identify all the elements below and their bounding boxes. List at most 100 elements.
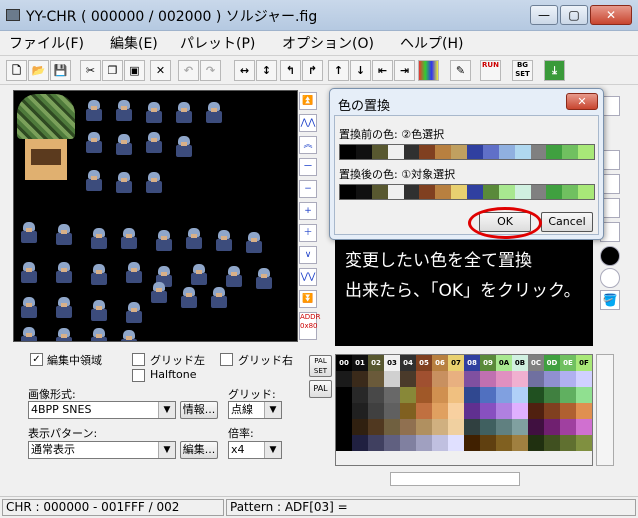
info-button[interactable]: 情報... (180, 401, 218, 419)
after-color-swatch[interactable] (355, 185, 372, 199)
palette-cell[interactable] (512, 435, 528, 451)
palette-cell[interactable] (480, 371, 496, 387)
shift-down-icon[interactable]: ↓ (350, 60, 371, 81)
palette-cell[interactable] (480, 403, 496, 419)
after-color-swatch[interactable] (546, 185, 563, 199)
before-color-swatches[interactable] (339, 144, 595, 160)
palette-cell[interactable] (480, 419, 496, 435)
delete-icon[interactable]: ✕ (150, 60, 171, 81)
palette-cell[interactable] (336, 403, 352, 419)
palette-cell[interactable] (560, 419, 576, 435)
pal-set-button[interactable]: PAL SET (309, 355, 332, 377)
palette-cell[interactable] (416, 387, 432, 403)
palette-cell[interactable] (528, 403, 544, 419)
before-color-swatch[interactable] (467, 145, 483, 159)
palette-cell[interactable] (560, 371, 576, 387)
scroll-top-button[interactable]: ⏫ (299, 92, 317, 110)
before-color-swatch[interactable] (435, 145, 452, 159)
shift-up-icon[interactable]: ↑ (328, 60, 349, 81)
scroll-bottom-button[interactable]: ⏬ (299, 290, 317, 308)
filled-circle-icon[interactable] (600, 246, 620, 266)
palette-cell[interactable] (400, 387, 416, 403)
edit-button[interactable]: 編集... (180, 441, 218, 459)
circle-icon[interactable] (600, 268, 620, 288)
flip-horizontal-icon[interactable]: ↔ (234, 60, 255, 81)
page-up-button[interactable]: ⋀⋀ (299, 114, 317, 132)
before-color-swatch[interactable] (482, 145, 499, 159)
plus-button[interactable]: + (299, 202, 317, 220)
palette-cell[interactable] (464, 387, 480, 403)
palette-cell[interactable] (384, 403, 400, 419)
close-button[interactable]: ✕ (590, 5, 632, 25)
before-color-swatch[interactable] (355, 145, 372, 159)
run-icon[interactable]: RUN (480, 60, 501, 81)
palette-cell[interactable] (432, 371, 448, 387)
palette-cell[interactable] (448, 387, 464, 403)
palette-cell[interactable] (400, 419, 416, 435)
line-down-button[interactable]: ∨ (299, 246, 317, 264)
palette-cell[interactable] (496, 371, 512, 387)
palette-cell[interactable] (576, 387, 592, 403)
palette-cell[interactable] (560, 435, 576, 451)
minimize-button[interactable]: — (530, 5, 558, 25)
palette-cell[interactable] (512, 419, 528, 435)
save-icon[interactable]: 💾 (50, 60, 71, 81)
palette-cell[interactable] (400, 435, 416, 451)
after-color-swatch[interactable] (371, 185, 388, 199)
before-color-swatch[interactable] (451, 145, 467, 159)
palette-cell[interactable] (368, 419, 384, 435)
palette-cell[interactable] (464, 403, 480, 419)
palette-cell[interactable] (528, 371, 544, 387)
edit-area-checkbox[interactable]: ✓ (30, 353, 43, 366)
halftone-checkbox[interactable] (132, 369, 145, 382)
before-color-swatch[interactable] (578, 145, 594, 159)
palette-cell[interactable] (512, 403, 528, 419)
palette-scrollbar[interactable] (596, 354, 614, 466)
bg-set-icon[interactable]: BG SET (512, 60, 533, 81)
palette-cell[interactable] (496, 387, 512, 403)
palette-cell[interactable] (352, 419, 368, 435)
palette-cell[interactable] (464, 435, 480, 451)
before-color-swatch[interactable] (498, 145, 515, 159)
undo-icon[interactable]: ↶ (178, 60, 199, 81)
palette-cell[interactable] (560, 403, 576, 419)
paste-icon[interactable]: ▣ (124, 60, 145, 81)
palette-cell[interactable] (544, 419, 560, 435)
before-color-swatch[interactable] (387, 145, 404, 159)
palette-cell[interactable] (384, 435, 400, 451)
before-color-swatch[interactable] (562, 145, 579, 159)
palette-cell[interactable] (416, 435, 432, 451)
palette-cell[interactable] (368, 371, 384, 387)
copy-icon[interactable]: ❐ (102, 60, 123, 81)
pal-button[interactable]: PAL (309, 380, 332, 398)
before-color-swatch[interactable] (340, 145, 356, 159)
line-up-button[interactable]: ︽ (299, 136, 317, 154)
menu-file[interactable]: ファイル(F) (9, 33, 84, 53)
palette-cell[interactable] (432, 435, 448, 451)
after-color-swatch[interactable] (514, 185, 531, 199)
palette-cell[interactable] (400, 371, 416, 387)
after-color-swatch[interactable] (340, 185, 356, 199)
after-color-swatch[interactable] (419, 185, 436, 199)
after-color-swatch[interactable] (482, 185, 499, 199)
display-pattern-select[interactable]: 通常表示 ▼ (28, 441, 176, 459)
palette-cell[interactable] (352, 387, 368, 403)
before-color-swatch[interactable] (403, 145, 420, 159)
after-color-swatch[interactable] (451, 185, 467, 199)
palette-cell[interactable] (448, 435, 464, 451)
after-color-swatch[interactable] (435, 185, 452, 199)
cancel-button[interactable]: Cancel (541, 212, 593, 232)
palette-slider[interactable] (390, 472, 520, 486)
dialog-close-button[interactable]: ✕ (566, 93, 598, 110)
before-color-swatch[interactable] (514, 145, 531, 159)
palette-cell[interactable] (528, 419, 544, 435)
palette-cell[interactable] (544, 403, 560, 419)
open-icon[interactable]: 📂 (28, 60, 49, 81)
after-color-swatch[interactable] (578, 185, 594, 199)
palette-cell[interactable] (496, 403, 512, 419)
palette-cell[interactable] (368, 387, 384, 403)
shift-right-icon[interactable]: ⇥ (394, 60, 415, 81)
after-color-swatch[interactable] (403, 185, 420, 199)
maximize-button[interactable]: ▢ (560, 5, 588, 25)
plus-big-button[interactable]: ＋ (299, 224, 317, 242)
